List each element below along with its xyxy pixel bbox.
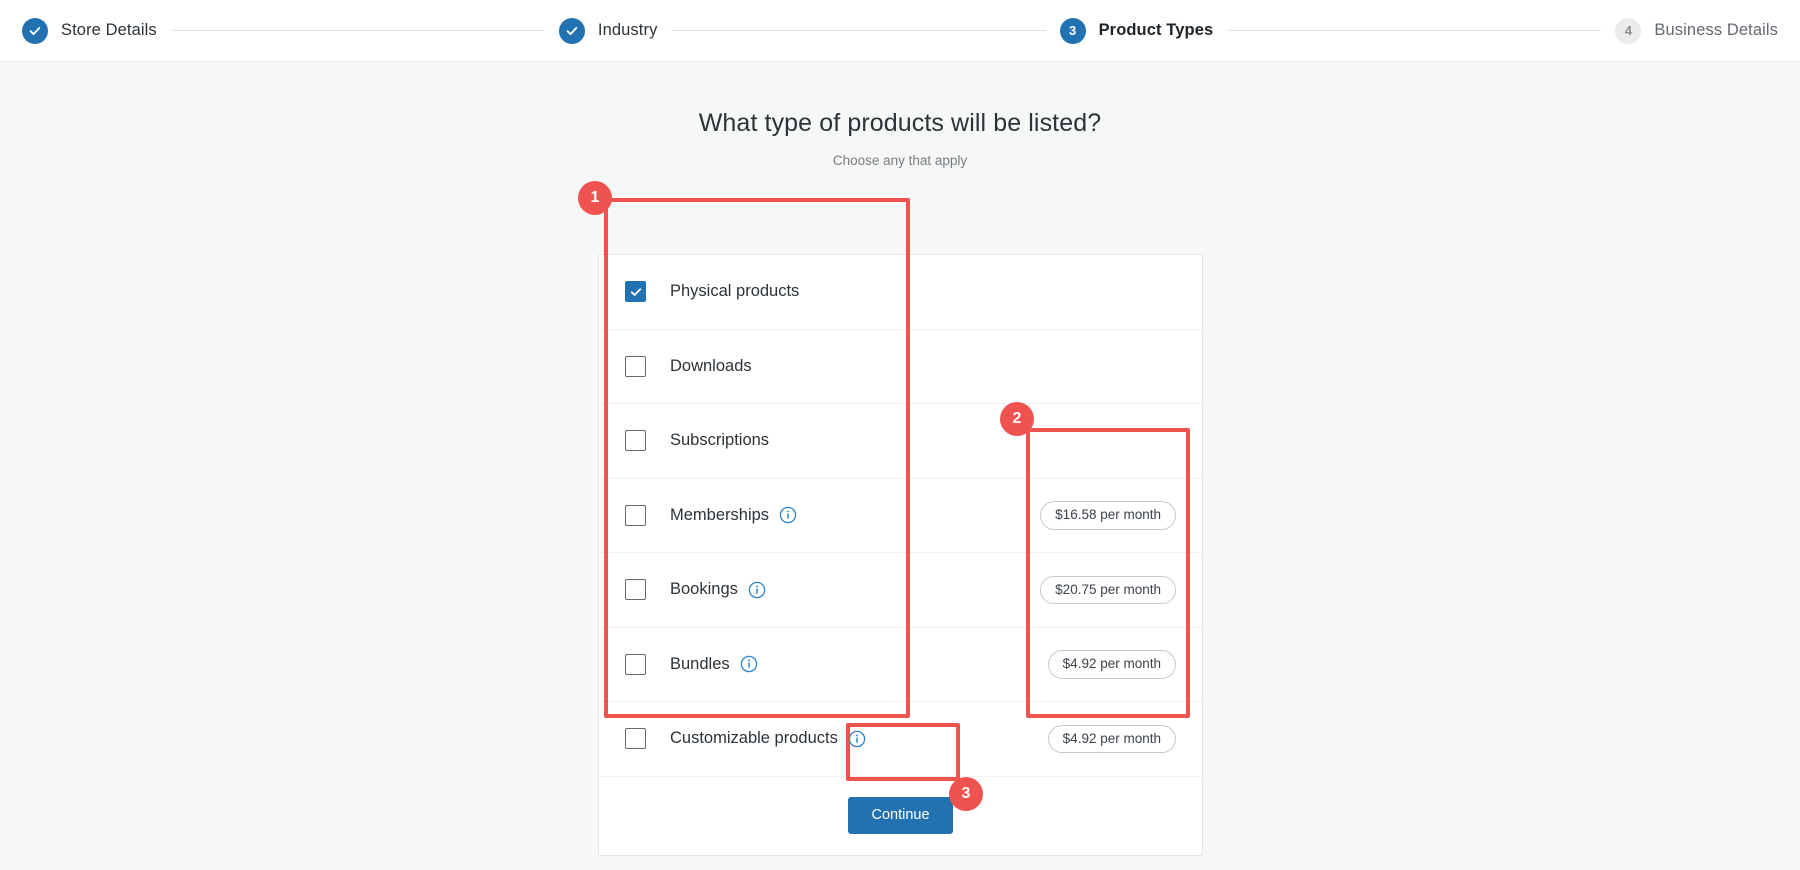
checkbox-subscriptions[interactable] bbox=[625, 430, 646, 452]
step-number-badge: 3 bbox=[1059, 17, 1086, 44]
stepper-step-industry[interactable]: Industry bbox=[558, 17, 658, 44]
step-number: 3 bbox=[1068, 23, 1077, 38]
check-icon bbox=[565, 24, 579, 38]
check-icon bbox=[630, 288, 641, 296]
price-badge: $16.58 per month bbox=[1040, 501, 1176, 530]
price-badge: $20.75 per month bbox=[1040, 575, 1176, 604]
checkbox-physical-products[interactable] bbox=[625, 281, 646, 303]
info-circle-icon[interactable] bbox=[740, 655, 758, 673]
product-type-option[interactable]: Downloads bbox=[625, 355, 996, 377]
continue-button[interactable]: Continue bbox=[848, 796, 953, 835]
product-type-label: Customizable products bbox=[670, 729, 838, 748]
step-status-badge bbox=[22, 17, 48, 44]
product-type-label: Bookings bbox=[670, 580, 738, 599]
product-types-card: Physical products Downloads Subscription… bbox=[598, 254, 1203, 856]
stepper-step-business-details[interactable]: 4 Business Details bbox=[1615, 17, 1778, 44]
product-type-label: Physical products bbox=[670, 282, 800, 301]
table-row[interactable]: Downloads bbox=[599, 330, 1202, 404]
main-content: What type of products will be listed? Ch… bbox=[0, 62, 1800, 870]
stepper-connector-3 bbox=[1227, 30, 1602, 31]
price-cell: $4.92 per month bbox=[996, 650, 1176, 679]
table-row[interactable]: Bundles $4.92 per month bbox=[599, 628, 1202, 702]
price-cell: $4.92 per month bbox=[996, 724, 1176, 753]
stepper-step-store-details[interactable]: Store Details bbox=[22, 17, 157, 44]
stepper-label-product-types: Product Types bbox=[1098, 21, 1214, 39]
product-type-option[interactable]: Memberships bbox=[625, 504, 996, 526]
product-type-option[interactable]: Physical products bbox=[625, 281, 996, 303]
table-row[interactable]: Bookings $20.75 per month bbox=[599, 553, 1202, 628]
table-row[interactable]: Customizable products $4.92 per month bbox=[599, 702, 1202, 777]
product-type-label: Subscriptions bbox=[670, 431, 770, 450]
stepper-connector-1 bbox=[170, 30, 545, 31]
card-footer: Continue bbox=[599, 777, 1202, 855]
product-type-label: Bundles bbox=[670, 654, 730, 673]
product-type-option[interactable]: Customizable products bbox=[625, 728, 996, 750]
check-icon bbox=[28, 24, 42, 38]
checkbox-customizable-products[interactable] bbox=[625, 728, 646, 750]
onboarding-stepper: Store Details Industry 3 Product Types 4… bbox=[0, 0, 1800, 62]
step-number: 4 bbox=[1624, 23, 1633, 38]
page-title: What type of products will be listed? bbox=[698, 109, 1102, 137]
product-type-option[interactable]: Subscriptions bbox=[625, 430, 996, 452]
table-row[interactable]: Memberships $16.58 per month bbox=[599, 479, 1202, 553]
info-circle-icon[interactable] bbox=[748, 581, 766, 599]
checkbox-memberships[interactable] bbox=[625, 504, 646, 526]
price-cell: $16.58 per month bbox=[996, 501, 1176, 530]
product-type-option[interactable]: Bundles bbox=[625, 653, 996, 675]
stepper-label-business-details: Business Details bbox=[1654, 21, 1778, 39]
stepper-step-product-types[interactable]: 3 Product Types bbox=[1059, 17, 1214, 44]
stepper-label-industry: Industry bbox=[597, 21, 658, 39]
product-type-option[interactable]: Bookings bbox=[625, 579, 996, 601]
table-row[interactable]: Physical products bbox=[599, 255, 1202, 330]
info-circle-icon[interactable] bbox=[779, 506, 797, 524]
product-type-label: Memberships bbox=[670, 505, 770, 524]
stepper-label-store-details: Store Details bbox=[61, 21, 157, 39]
price-badge: $4.92 per month bbox=[1047, 724, 1176, 753]
checkbox-downloads[interactable] bbox=[625, 355, 646, 377]
checkbox-bundles[interactable] bbox=[625, 653, 646, 675]
step-number-badge: 4 bbox=[1615, 17, 1642, 44]
info-circle-icon[interactable] bbox=[848, 730, 866, 748]
price-cell: $20.75 per month bbox=[996, 575, 1176, 604]
stepper-connector-2 bbox=[671, 30, 1046, 31]
checkbox-bookings[interactable] bbox=[625, 579, 646, 601]
page-subtitle: Choose any that apply bbox=[832, 153, 968, 168]
price-badge: $4.92 per month bbox=[1047, 650, 1176, 679]
product-type-label: Downloads bbox=[670, 356, 752, 375]
table-row[interactable]: Subscriptions bbox=[599, 404, 1202, 479]
step-status-badge bbox=[558, 17, 585, 44]
